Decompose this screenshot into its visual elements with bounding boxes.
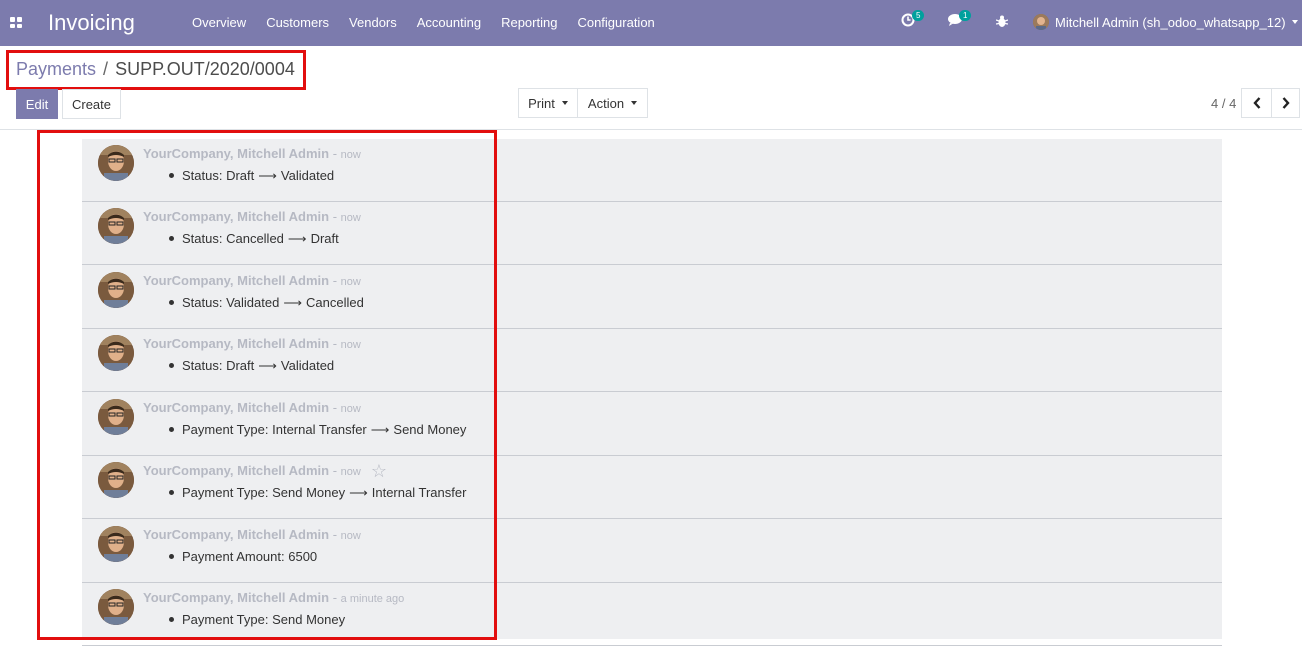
chevron-down-icon (561, 101, 568, 105)
print-label: Print (528, 95, 555, 111)
menu-overview[interactable]: Overview (182, 15, 256, 30)
user-name: Mitchell Admin (sh_odoo_whatsapp_12) (1055, 14, 1286, 30)
messages-icon[interactable]: 1 (948, 10, 972, 30)
activity-count-badge: 5 (912, 10, 925, 21)
chevron-down-icon (631, 101, 638, 105)
activity-icon[interactable]: 5 (901, 10, 925, 30)
highlight-box-messages (37, 130, 497, 640)
top-navbar: Invoicing Overview Customers Vendors Acc… (0, 0, 1302, 46)
pager-next-button[interactable] (1271, 88, 1300, 118)
menu-configuration[interactable]: Configuration (567, 15, 664, 30)
edit-button[interactable]: Edit (16, 89, 58, 119)
pager-previous-button[interactable] (1241, 88, 1272, 118)
menu-customers[interactable]: Customers (256, 15, 339, 30)
action-label: Action (587, 95, 625, 111)
main-menu: Overview Customers Vendors Accounting Re… (182, 15, 665, 30)
chevron-left-icon (1252, 97, 1260, 109)
pager-value: 4 / 4 (1211, 96, 1237, 111)
highlight-box-breadcrumb (6, 50, 306, 90)
chevron-right-icon (1282, 97, 1290, 109)
action-dropdown[interactable]: Action (577, 88, 648, 118)
app-title[interactable]: Invoicing (48, 10, 135, 36)
create-button[interactable]: Create (62, 89, 121, 119)
chevron-down-icon (1291, 20, 1298, 24)
debug-bug-icon[interactable] (995, 15, 1009, 31)
print-dropdown[interactable]: Print (518, 88, 578, 118)
user-avatar (1033, 14, 1049, 30)
apps-menu-icon[interactable] (10, 17, 22, 28)
menu-vendors[interactable]: Vendors (339, 15, 407, 30)
menu-accounting[interactable]: Accounting (407, 15, 491, 30)
messages-count-badge: 1 (959, 10, 972, 21)
menu-reporting[interactable]: Reporting (491, 15, 567, 30)
user-menu[interactable]: Mitchell Admin (sh_odoo_whatsapp_12) (1033, 14, 1298, 30)
